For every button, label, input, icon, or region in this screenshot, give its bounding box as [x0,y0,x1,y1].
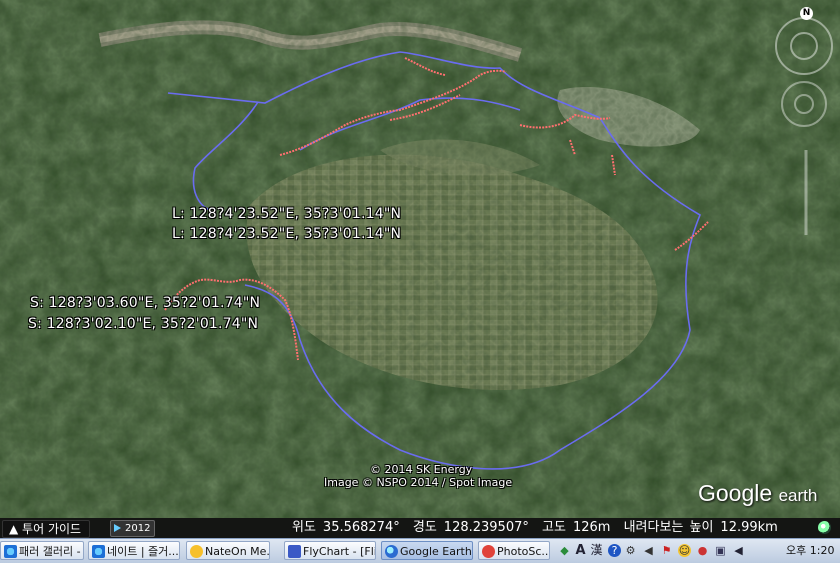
taskbar-item-google-earth[interactable]: Google Earth [381,541,473,560]
s-coordinate-label-2: S: 128?3'02.10"E, 35?2'01.74"N [28,316,259,332]
map-credit-line1: © 2014 SK Energy [370,463,473,476]
satellite-terrain [0,0,840,518]
streaming-status-icon [818,521,831,534]
eye-altitude-value: 12.99km [720,520,778,535]
ime-mode-han[interactable]: 漢 [590,544,603,557]
google-earth-icon [385,545,398,558]
taskbar-item-label: NateOn Me... [205,545,270,558]
show-hidden-icons[interactable]: ◀ [642,544,655,557]
ime-settings-icon[interactable]: ⚙ [624,544,637,557]
taskbar-item-label: PhotoSc... [497,545,550,558]
windows-taskbar: 패러 갤러리 - ... 네이트 | 즐거... NateOn Me... Fl… [0,538,840,563]
network-globe-icon[interactable]: ◆ [558,544,571,557]
year-label: 2012 [125,523,151,534]
messenger-icon[interactable]: ☺ [678,544,691,557]
logo-product: earth [778,486,818,505]
position-readout: 위도 35.568274° 경도 128.239507° 고도 126m 내려다보는 … [292,520,785,536]
status-bar: ▲ 투어 가이드 2012 위도 35.568274° 경도 128.239507°… [0,518,840,538]
nateon-icon [190,545,203,558]
taskbar-item-nateon[interactable]: NateOn Me... [186,541,270,560]
l-coordinate-label-2: L: 128?4'23.52"E, 35?3'01.14"N [172,226,402,242]
l-coordinate-label-1: L: 128?4'23.52"E, 35?3'01.14"N [172,206,402,222]
eye-altitude-label: 내려다보는 높이 [623,520,714,535]
monitor-icon[interactable]: ▣ [714,544,727,557]
map-credit-line2: Image © NSPO 2014 / Spot Image [324,476,513,489]
google-earth-logo: Google earth [698,480,817,507]
play-icon [114,524,121,532]
photoscape-icon [482,545,495,558]
map-view[interactable]: N L: 128?4'23.52"E, 35?3'01.14"N L: 128?… [0,0,840,518]
s-coordinate-label-1: S: 128?3'03.60"E, 35?2'01.74"N [30,295,261,311]
latitude-value: 35.568274° [322,520,400,535]
help-icon[interactable]: ? [608,544,621,557]
taskbar-item-label: 네이트 | 즐거... [107,545,179,558]
longitude-label: 경도 [412,520,437,535]
taskbar-item-photoscape[interactable]: PhotoSc... [478,541,550,560]
historical-imagery-year[interactable]: 2012 [110,520,156,537]
latitude-label: 위도 [292,520,316,535]
taskbar-item-nate[interactable]: 네이트 | 즐거... [88,541,180,560]
app-tray-icon[interactable]: ● [696,544,709,557]
taskbar-clock[interactable]: 오후 1:20 [786,542,834,558]
tour-guide-button[interactable]: ▲ 투어 가이드 [2,520,91,538]
taskbar-item-label: Google Earth [400,545,472,558]
taskbar-item-paraglider-gallery[interactable]: 패러 갤러리 - ... [0,541,84,560]
logo-brand: Google [698,480,773,506]
taskbar-item-label: 패러 갤러리 - ... [19,545,83,558]
altitude-label: 고도 [542,520,566,535]
ie-icon [92,545,105,558]
ime-mode-a[interactable]: A [574,544,587,557]
compass-north-label[interactable]: N [800,7,813,20]
flag-icon[interactable]: ⚑ [660,544,673,557]
taskbar-item-flychart[interactable]: FlyChart - [Fli... [284,541,376,560]
volume-icon[interactable]: ◀ [732,544,745,557]
flychart-icon [288,545,301,558]
ie-icon [4,545,17,558]
longitude-value: 128.239507° [443,520,529,535]
altitude-value: 126m [572,520,611,535]
taskbar-item-label: FlyChart - [Fli... [303,545,375,558]
